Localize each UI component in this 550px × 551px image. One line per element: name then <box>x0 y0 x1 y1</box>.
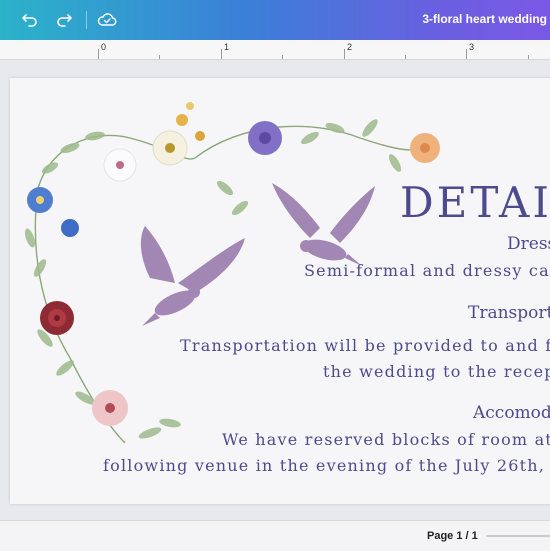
section-line[interactable]: Transportation will be provided to and f <box>180 336 550 355</box>
ruler-mark: 0 <box>101 42 107 52</box>
undo-icon[interactable] <box>19 9 41 31</box>
pink-flower-icon <box>92 390 128 426</box>
cloud-sync-icon[interactable] <box>96 9 118 31</box>
redo-icon[interactable] <box>53 9 75 31</box>
design-page[interactable]: DETAIL Dress Semi-formal and dressy ca T… <box>10 78 550 504</box>
section-title[interactable]: Dress <box>507 234 550 254</box>
page-indicator[interactable]: Page 1 / 1 <box>427 530 478 542</box>
section-line[interactable]: the wedding to the recep <box>323 362 550 381</box>
document-title[interactable]: 3-floral heart wedding <box>422 12 547 26</box>
section-title[interactable]: Accomod <box>473 403 550 423</box>
red-rose-icon <box>40 301 74 335</box>
white-flower-icon <box>103 130 188 182</box>
editor-canvas[interactable]: DETAIL Dress Semi-formal and dressy ca T… <box>0 60 550 520</box>
top-toolbar: 3-floral heart wedding <box>0 0 550 40</box>
section-line[interactable]: We have reserved blocks of room at <box>222 430 550 449</box>
peach-flower-icon <box>410 133 440 163</box>
toolbar-divider <box>86 11 87 29</box>
bird-left-icon <box>140 226 245 326</box>
purple-flower-icon <box>248 121 282 155</box>
bird-right-icon <box>272 183 375 266</box>
section-line[interactable]: Semi-formal and dressy ca <box>304 261 550 280</box>
section-line[interactable]: following venue in the evening of the Ju… <box>103 456 550 475</box>
horizontal-ruler: 0 1 2 3 <box>0 40 550 60</box>
zoom-slider[interactable] <box>486 535 550 537</box>
ruler-mark: 2 <box>347 42 353 52</box>
bottom-status-bar: Page 1 / 1 <box>0 520 550 551</box>
section-title[interactable]: Transport <box>468 303 550 323</box>
card-heading[interactable]: DETAIL <box>400 178 550 227</box>
ruler-mark: 3 <box>469 42 475 52</box>
ruler-mark: 1 <box>224 42 230 52</box>
